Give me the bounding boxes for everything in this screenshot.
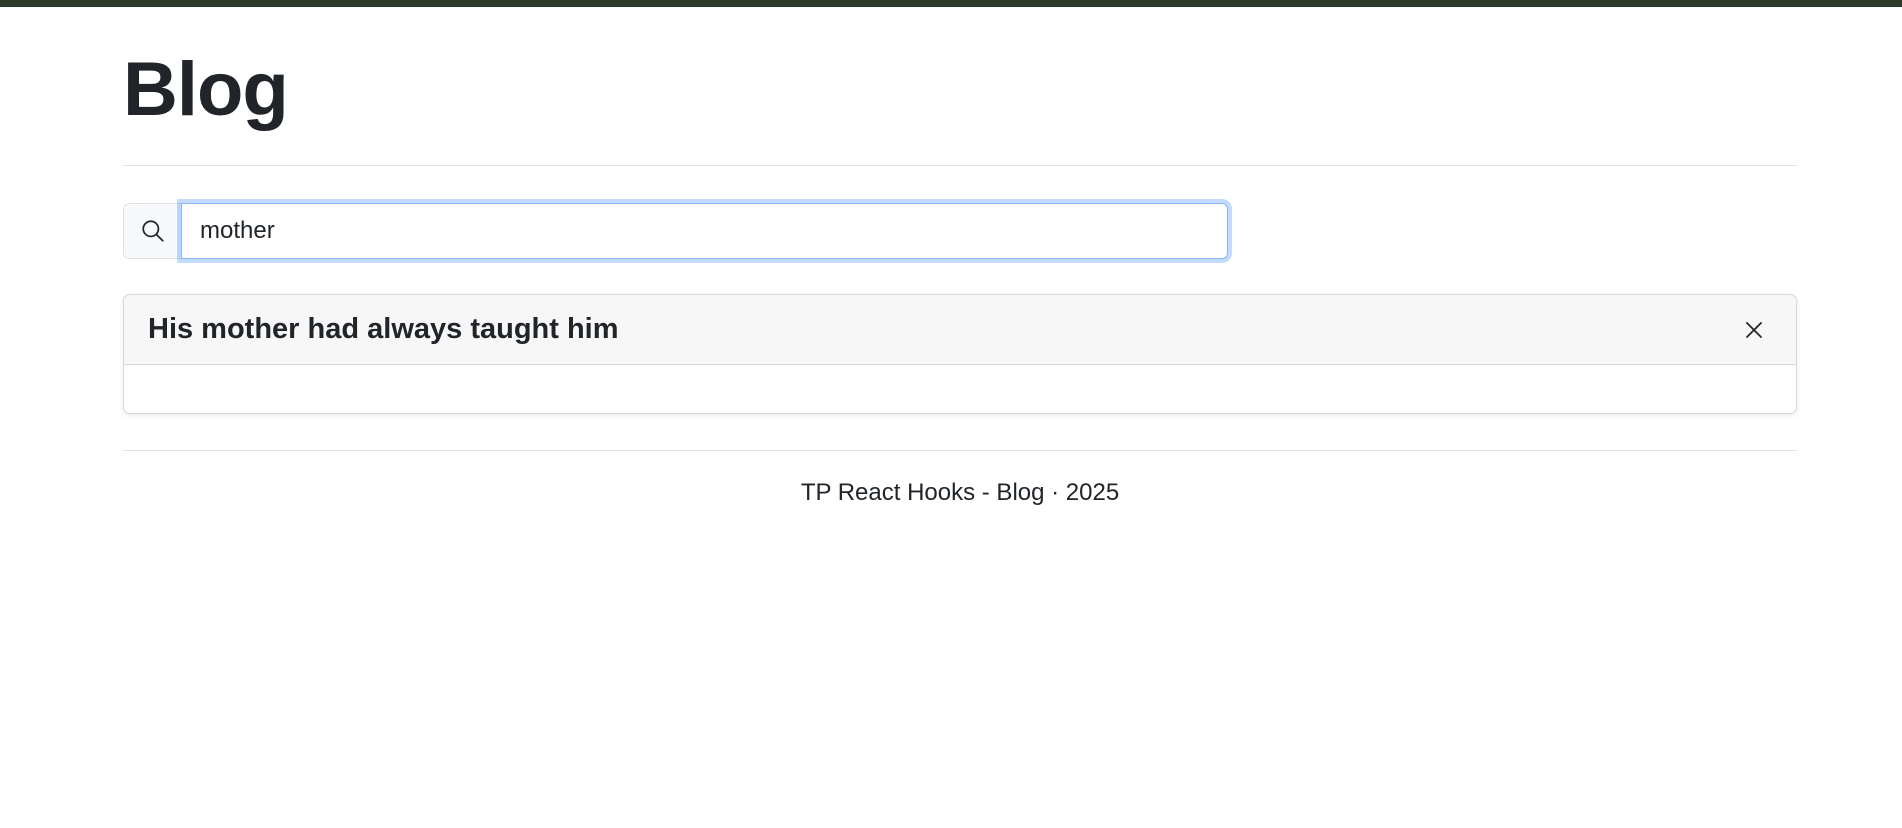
- post-title: His mother had always taught him: [148, 313, 619, 345]
- post-card-header: His mother had always taught him: [124, 295, 1796, 365]
- close-icon: [1746, 321, 1762, 338]
- top-bar: [0, 0, 1902, 7]
- page-container: Blog His mother had always taught him TP…: [123, 7, 1797, 507]
- search-input[interactable]: [181, 203, 1228, 259]
- post-body: [124, 365, 1796, 413]
- footer-text: TP React Hooks - Blog · 2025: [800, 479, 1120, 506]
- post-card: His mother had always taught him: [123, 294, 1797, 414]
- footer-divider: [123, 450, 1797, 451]
- search-group: [123, 203, 1228, 259]
- header-divider: [123, 165, 1797, 166]
- close-button[interactable]: [1736, 312, 1772, 348]
- page-title: Blog: [123, 47, 289, 132]
- search-icon: [123, 203, 181, 259]
